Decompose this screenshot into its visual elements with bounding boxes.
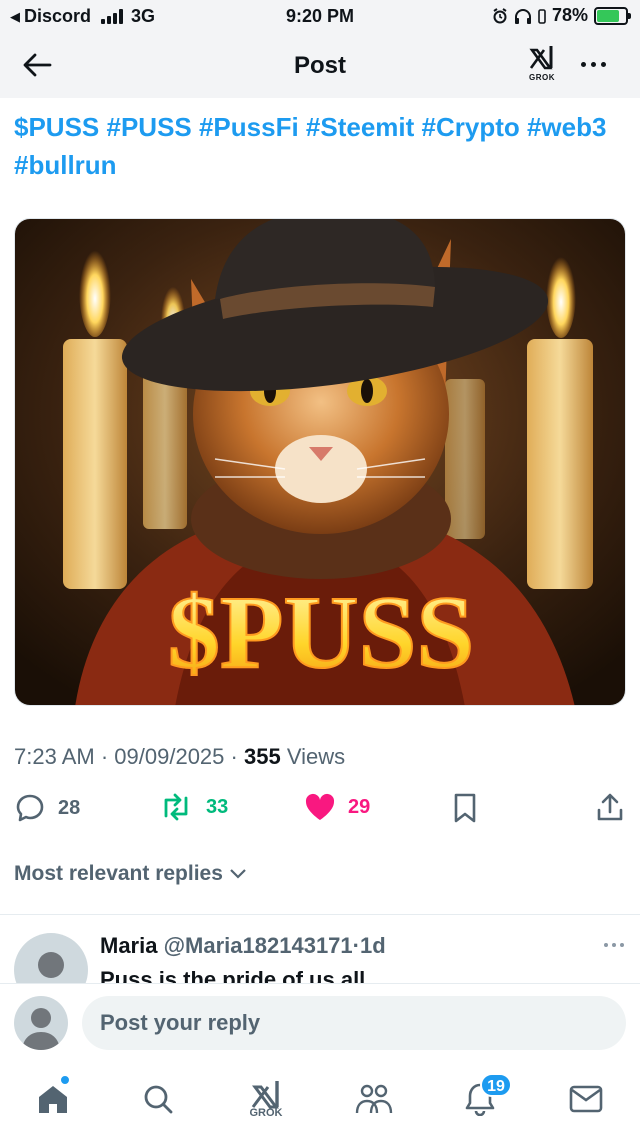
new-posts-dot: [60, 1075, 70, 1085]
reply-item[interactable]: Maria @Maria182143171·1d Puss is the pri…: [0, 915, 640, 983]
reply-author-handle[interactable]: @Maria182143171: [164, 933, 353, 958]
grok-nav-label: GROK: [249, 1107, 283, 1119]
repost-button[interactable]: 33: [158, 792, 228, 822]
heart-filled-icon: [305, 793, 335, 820]
repost-icon: [164, 793, 188, 821]
reply-composer: Post your reply: [0, 983, 640, 1063]
battery-fill: [597, 9, 619, 22]
views-label[interactable]: Views: [287, 744, 345, 769]
people-icon: [355, 1084, 393, 1114]
home-icon: [39, 1086, 67, 1113]
post-actions: 28 33 29: [0, 792, 640, 832]
reply-icon: [16, 794, 44, 822]
post-image[interactable]: $PUSS: [14, 218, 626, 706]
replies-sort-label: Most relevant replies: [14, 862, 223, 885]
default-avatar-icon: [38, 952, 64, 978]
notification-badge: 19: [480, 1073, 512, 1097]
alarm-icon: [493, 7, 507, 23]
views-count[interactable]: 355: [244, 744, 281, 769]
battery-icon: [594, 6, 631, 25]
reply-separator: ·: [352, 933, 360, 958]
chevron-down-icon: [230, 869, 246, 879]
reply-button[interactable]: 28: [14, 792, 80, 824]
reply-input-placeholder: Post your reply: [100, 1010, 261, 1035]
share-button[interactable]: [596, 792, 624, 822]
post-meta: 7:23 AM · 09/09/2025 · 355 Views: [14, 744, 345, 770]
search-icon: [144, 1085, 173, 1114]
grok-icon: [529, 46, 553, 70]
bottom-nav: GROK 19: [0, 1063, 640, 1138]
post-date: 09/09/2025: [114, 744, 225, 769]
more-options-button[interactable]: [581, 62, 606, 67]
image-caption-text: $PUSS: [168, 575, 474, 690]
like-count: 29: [348, 795, 371, 818]
bookmark-button[interactable]: [452, 792, 478, 824]
reply-count: 28: [58, 796, 81, 819]
nav-notifications[interactable]: 19: [456, 1073, 512, 1123]
lock-rotation-icon: [538, 8, 546, 24]
battery-percent: 78%: [551, 5, 588, 25]
reply-text: Puss is the pride of us all: [100, 967, 366, 983]
reply-header: Maria @Maria182143171·1d: [100, 933, 386, 959]
grok-label: GROK: [529, 73, 555, 82]
puss-cat-illustration: $PUSS: [15, 219, 625, 705]
reply-age: 1d: [359, 933, 386, 958]
nav-grok[interactable]: GROK: [242, 1075, 290, 1123]
reply-author-name[interactable]: Maria: [100, 933, 157, 958]
avatar[interactable]: [14, 933, 88, 983]
avatar[interactable]: [14, 996, 68, 1050]
repost-count: 33: [206, 795, 229, 818]
like-button[interactable]: 29: [304, 792, 370, 822]
headphones-icon: [514, 8, 531, 24]
mail-icon: [569, 1085, 603, 1113]
replies-sort-dropdown[interactable]: Most relevant replies: [14, 862, 247, 886]
nav-messages[interactable]: [562, 1075, 610, 1123]
nav-communities[interactable]: [350, 1075, 398, 1123]
nav-search[interactable]: [134, 1075, 182, 1123]
status-right: 78%: [492, 5, 631, 26]
post-header: Post GROK: [0, 34, 640, 98]
bookmark-icon: [454, 793, 476, 823]
reply-more-button[interactable]: [604, 943, 624, 947]
grok-button[interactable]: GROK: [524, 44, 560, 82]
grok-icon: [251, 1081, 279, 1109]
status-bar: ◀ Discord 3G 9:20 PM 78%: [0, 0, 640, 34]
post-time: 7:23 AM: [14, 744, 95, 769]
meta-separator: ·: [230, 744, 238, 769]
share-icon: [597, 793, 623, 821]
nav-home[interactable]: [29, 1075, 77, 1123]
default-avatar-icon: [22, 1008, 60, 1050]
post-text[interactable]: $PUSS #PUSS #PussFi #Steemit #Crypto #we…: [14, 108, 614, 184]
meta-separator: ·: [100, 744, 109, 769]
reply-input[interactable]: Post your reply: [82, 996, 626, 1050]
